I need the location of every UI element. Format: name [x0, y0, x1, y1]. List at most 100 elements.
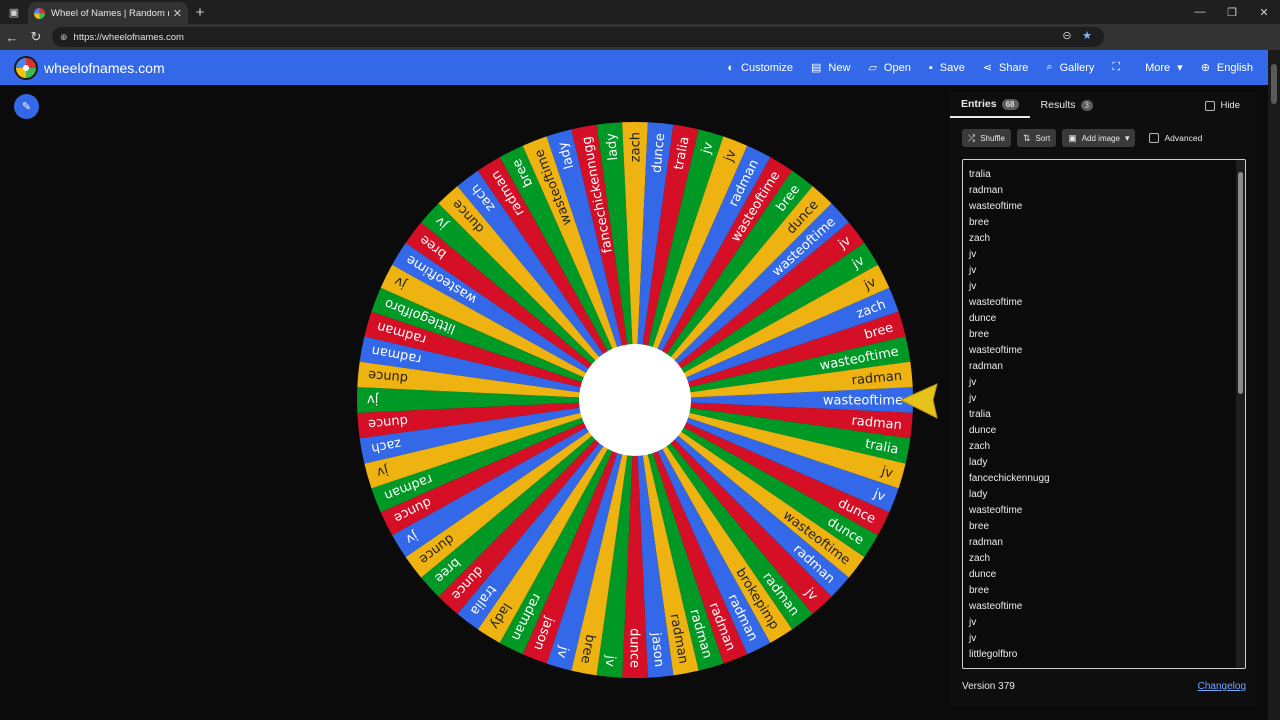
file-icon: ▤ [811, 62, 822, 74]
menu-item-label: Open [883, 61, 911, 74]
site-info-icon[interactable]: ⊕ [60, 32, 68, 43]
list-item: jv [969, 281, 977, 292]
bookmark-star-icon[interactable]: ★ [1078, 29, 1096, 42]
shuffle-button[interactable]: ⤮ Shuffle [962, 129, 1011, 147]
list-item: jv [969, 633, 977, 644]
menu-item-customize[interactable]: ◐ Customize [718, 50, 802, 85]
advanced-checkbox[interactable] [1149, 133, 1160, 143]
tab-results-label: Results [1040, 99, 1076, 111]
address-bar[interactable]: ⊕ https://wheelofnames.com ⊝ ★ [52, 27, 1104, 47]
list-item: bree [969, 329, 990, 340]
browser-tab-bar: ▣ Wheel of Names | Random name ✕ + — ❐ ✕ [0, 0, 1280, 24]
add-image-label: Add image [1081, 133, 1120, 143]
list-item: bree [969, 585, 990, 596]
list-item: zach [969, 553, 991, 564]
menu-item-label: Share [999, 61, 1029, 74]
entries-textarea[interactable]: tralia radman wasteoftime bree zach jv jv jv was… [962, 159, 1246, 669]
site-menu: ◐ Customize ▤ New ▱ Open ▪ Save ⋖ Share ⌕ Gallery ⛶ M… [718, 50, 1262, 85]
save-icon: ▪ [928, 61, 933, 74]
sort-icon: ⇅ [1022, 132, 1031, 143]
menu-item-label: English [1216, 61, 1253, 74]
menu-item-label: More [1145, 61, 1171, 74]
list-item: zach [969, 441, 991, 452]
wheel-segment-label: jv [367, 392, 380, 407]
folder-icon: ▱ [868, 62, 877, 74]
menu-item-share[interactable]: ⋖ Share [974, 50, 1038, 85]
list-item: radman [969, 185, 1003, 196]
shuffle-label: Shuffle [980, 133, 1005, 143]
name-wheel[interactable]: wasteoftimeradmantraliajvjvdunceduncewas… [348, 114, 938, 684]
menu-item-open[interactable]: ▱ Open [859, 50, 919, 85]
sort-button[interactable]: ⇅ Sort [1016, 129, 1057, 147]
site-navbar: wheelofnames.com ◐ Customize ▤ New ▱ Open ▪ Sav… [0, 50, 1268, 85]
menu-item-label: Save [939, 61, 965, 74]
menu-item-label: Customize [741, 61, 794, 74]
list-item: dunce [969, 425, 997, 436]
list-item: jv [969, 249, 977, 260]
browser-tab-title: Wheel of Names | Random name [51, 7, 169, 19]
menu-item-save[interactable]: ▪ Save [920, 50, 974, 85]
list-item: tralia [969, 169, 991, 180]
page-scrollbar-thumb[interactable] [1271, 64, 1277, 104]
pencil-icon: ✎ [21, 101, 32, 113]
menu-item-more[interactable]: More ▾ [1136, 50, 1192, 85]
tab-results[interactable]: Results 3 [1030, 92, 1104, 118]
hide-checkbox[interactable] [1205, 100, 1216, 111]
wheel-segment-label: wasteoftime [823, 394, 903, 409]
list-item: zach [969, 233, 991, 244]
menu-item-new[interactable]: ▤ New [802, 50, 859, 85]
entries-list: tralia radman wasteoftime bree zach jv jv jv was… [963, 160, 1245, 668]
minimize-icon[interactable]: — [1184, 0, 1216, 24]
wheel-segment-label: zach [629, 132, 644, 162]
globe-icon: ⊕ [1200, 62, 1210, 74]
list-item: jv [969, 393, 977, 404]
list-item: radman [969, 361, 1003, 372]
tab-entries[interactable]: Entries 68 [950, 92, 1030, 118]
back-icon[interactable]: ← [0, 24, 24, 50]
menu-item-gallery[interactable]: ⌕ Gallery [1037, 50, 1103, 85]
page-scrollbar[interactable] [1268, 50, 1280, 720]
close-tab-icon[interactable]: ✕ [173, 7, 182, 20]
list-item: dunce [969, 569, 997, 580]
entries-toolbar: ⤮ Shuffle ⇅ Sort ▣ Add image ▾ Advanced [962, 129, 1202, 147]
shuffle-icon: ⤮ [968, 132, 976, 143]
new-tab-icon[interactable]: + [188, 4, 212, 21]
menu-item-label: New [828, 61, 851, 74]
advanced-toggle[interactable]: Advanced [1149, 133, 1202, 143]
results-count-badge: 3 [1080, 99, 1093, 111]
list-item: wasteoftime [969, 505, 1023, 516]
entries-scrollbar-thumb[interactable] [1238, 172, 1243, 394]
list-item: tralia [969, 409, 991, 420]
wheel-logo-icon[interactable] [14, 55, 38, 80]
share-icon: ⋖ [982, 62, 993, 74]
hide-toggle[interactable]: Hide [1205, 100, 1240, 111]
menu-item-english[interactable]: ⊕ English [1192, 50, 1262, 85]
tab-list-icon[interactable]: ▣ [0, 0, 28, 24]
list-item: jv [969, 265, 977, 276]
search-icon: ⌕ [1046, 61, 1053, 73]
close-window-icon[interactable]: ✕ [1248, 0, 1280, 24]
restore-icon[interactable]: ❐ [1216, 0, 1248, 24]
list-item: wasteoftime [969, 345, 1023, 356]
entries-scrollbar[interactable] [1236, 160, 1245, 668]
add-image-button[interactable]: ▣ Add image ▾ [1062, 129, 1136, 147]
tab-entries-label: Entries [961, 98, 997, 110]
list-item: jv [969, 377, 977, 388]
site-brand[interactable]: wheelofnames.com [44, 60, 165, 76]
menu-item-fullscreen[interactable]: ⛶ [1103, 50, 1136, 85]
fullscreen-icon: ⛶ [1112, 61, 1121, 73]
chevron-down-icon: ▾ [1177, 62, 1183, 74]
changelog-link[interactable]: Changelog [1198, 681, 1246, 692]
wheel-center[interactable] [579, 344, 691, 456]
list-item: dunce [969, 313, 997, 324]
list-item: lady [969, 489, 988, 500]
page-options-icon[interactable]: ⊝ [1058, 29, 1076, 42]
edit-pencil-button[interactable]: ✎ [14, 94, 39, 119]
list-item: wasteoftime [969, 601, 1023, 612]
chevron-down-icon: ▾ [1124, 132, 1130, 143]
menu-item-label: Gallery [1059, 61, 1095, 74]
wheel-segment-label: dunce [627, 628, 642, 668]
browser-tab[interactable]: Wheel of Names | Random name ✕ [28, 2, 188, 24]
reload-icon[interactable]: ↻ [24, 24, 48, 50]
entries-count-badge: 68 [1001, 98, 1019, 110]
